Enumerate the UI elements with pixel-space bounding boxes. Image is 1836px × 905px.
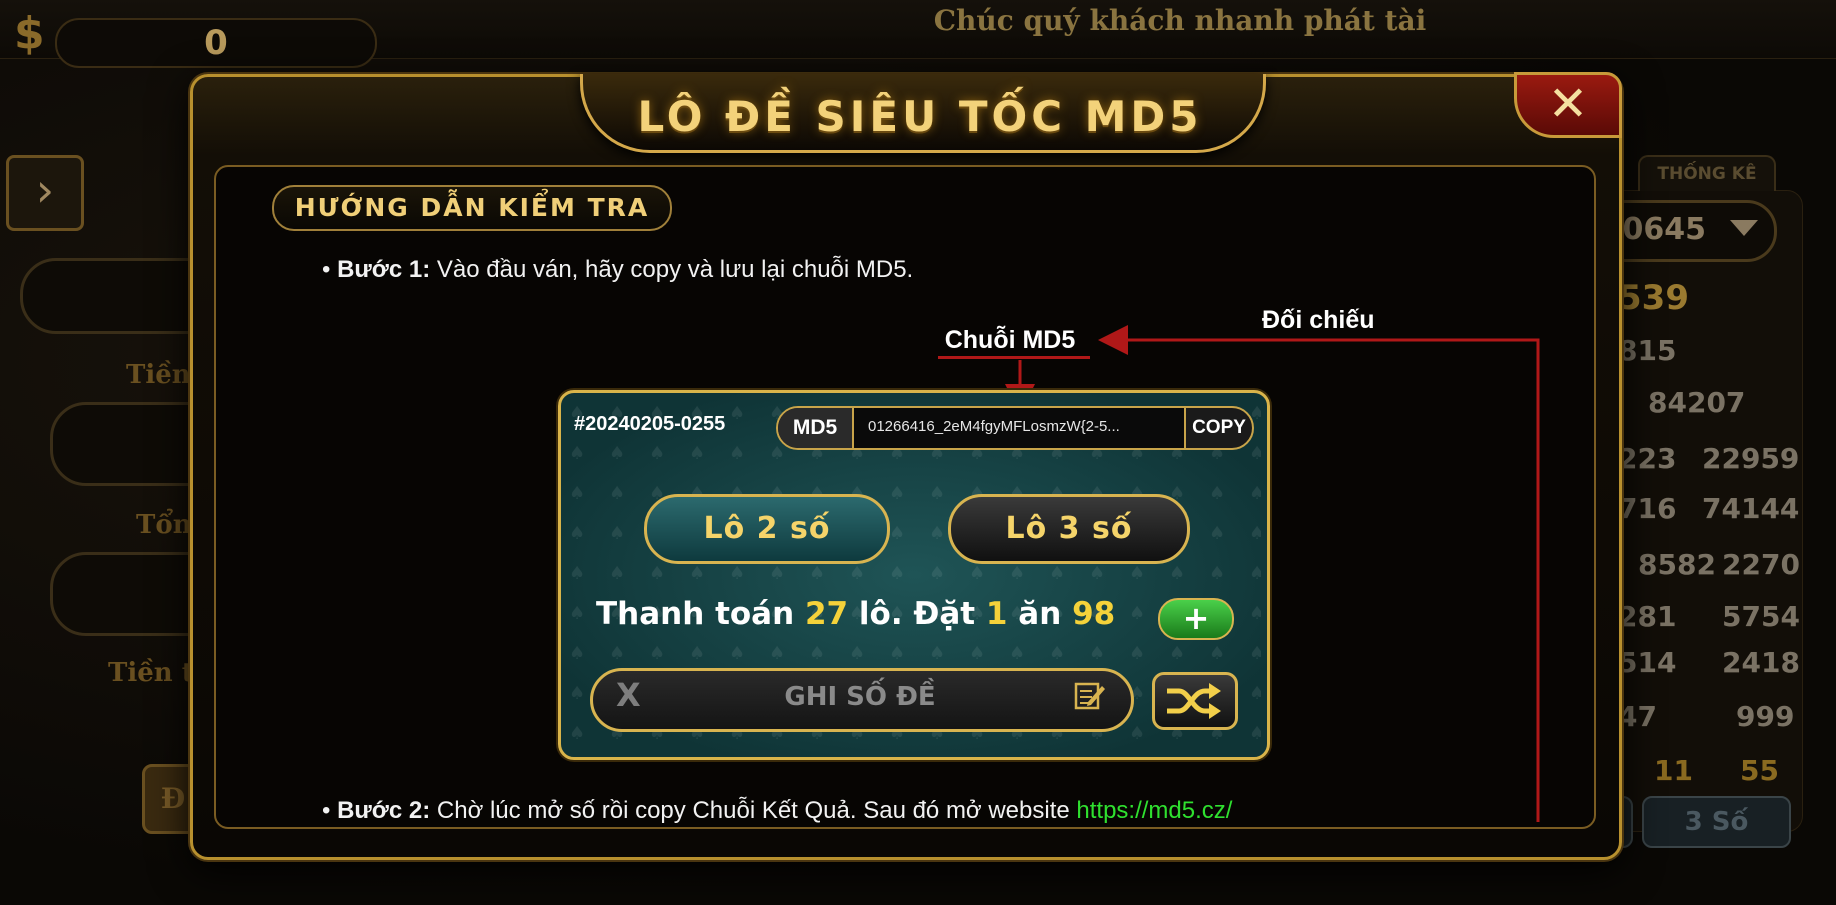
copy-button[interactable]: COPY <box>1184 406 1254 450</box>
input-placeholder: GHI SỐ ĐỀ <box>784 682 936 712</box>
md5-tag: MD5 <box>778 408 854 448</box>
payout-count: 27 <box>804 596 849 632</box>
plus-icon: + <box>1182 599 1210 637</box>
step-2-label: Bước 2: <box>337 797 431 824</box>
lo-2-so-button[interactable]: Lô 2 số <box>644 494 890 564</box>
md5-string[interactable]: 01266416_2eM4fgyMFLosmzW{2-5... <box>868 418 1120 435</box>
plus-button[interactable]: + <box>1158 598 1234 640</box>
round-id: #20240205-0255 <box>574 413 726 435</box>
lo-3-so-button[interactable]: Lô 3 số <box>948 494 1190 564</box>
shuffle-button[interactable] <box>1152 672 1238 730</box>
payout-text: lô. Đặt <box>858 596 976 632</box>
md5-website-link[interactable]: https://md5.cz/ <box>1076 797 1232 824</box>
shuffle-icon <box>1167 683 1221 719</box>
payout-bet: 1 <box>985 596 1008 632</box>
step-2-text: Chờ lúc mở số rồi copy Chuỗi Kết Quả. Sa… <box>436 797 1070 824</box>
clear-input-button[interactable]: X <box>616 676 641 714</box>
payout-info: Thanh toán 27 lô. Đặt 1 ăn 98 <box>596 596 1115 632</box>
payout-win: 98 <box>1072 596 1116 632</box>
payout-text: ăn <box>1018 596 1062 632</box>
edit-icon[interactable] <box>1074 680 1106 712</box>
step-2: • Bước 2: Chờ lúc mở số rồi copy Chuỗi K… <box>322 797 1233 824</box>
payout-text: Thanh toán <box>596 596 795 632</box>
